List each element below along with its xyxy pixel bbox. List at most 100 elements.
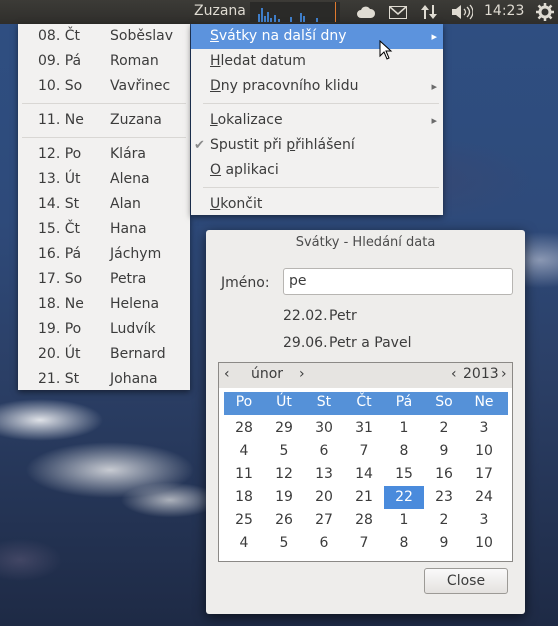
menu-item-start-on-login[interactable]: ✔ Spustit při přihlášení [191,133,443,158]
volume-icon[interactable] [450,2,474,22]
holiday-row: 10. So Vavřinec [38,78,171,94]
weekday-label: St [316,394,332,410]
calendar-day[interactable]: 27 [304,509,344,532]
holiday-row: 17. So Petra [38,271,147,287]
prev-month-icon[interactable]: ‹ [224,366,230,382]
calendar-day[interactable]: 4 [224,440,264,463]
weekday-label: Ne [474,394,494,410]
clock[interactable]: 14:23 [484,3,524,19]
calendar-day[interactable]: 3 [464,417,504,440]
calendar-day[interactable]: 9 [424,532,464,555]
calendar-day[interactable]: 14 [344,463,384,486]
calendar-day[interactable]: 16 [424,463,464,486]
calendar-day[interactable]: 12 [264,463,304,486]
calendar-day[interactable]: 28 [344,509,384,532]
calendar-day-selected[interactable]: 22 [384,486,424,509]
holiday-row: 18. Ne Helena [38,296,160,312]
top-panel: Zuzana 14:23 [0,0,558,24]
holiday-row: 08. Čt Soběslav [38,28,173,44]
calendar-day[interactable]: 10 [464,440,504,463]
menu-separator [203,103,439,104]
calendar-day[interactable]: 21 [344,486,384,509]
calendar-day[interactable]: 10 [464,532,504,555]
calendar-day[interactable]: 2 [424,509,464,532]
calendar-day[interactable]: 20 [304,486,344,509]
name-input[interactable]: pe [283,268,513,295]
calendar-day[interactable]: 3 [464,509,504,532]
calendar-day[interactable]: 9 [424,440,464,463]
menu-item-find-date[interactable]: Hledat datum [191,49,443,74]
calendar: ‹ únor › ‹ 2013 › Po Út St Čt Pá So Ne 2… [218,362,513,562]
calendar-day[interactable]: 26 [264,509,304,532]
month-label: únor [251,366,284,382]
holiday-row: 14. St Alan [38,196,141,212]
find-date-dialog: Svátky - Hledání data Jméno: pe 22.02. P… [206,230,525,614]
calendar-day[interactable]: 6 [304,532,344,555]
calendar-day[interactable]: 19 [264,486,304,509]
close-button[interactable]: Close [424,568,508,594]
calendar-day[interactable]: 24 [464,486,504,509]
holiday-row: 13. Út Alena [38,171,150,187]
list-separator [22,103,186,104]
weekday-label: Pá [395,394,413,410]
calendar-day[interactable]: 5 [264,440,304,463]
calendar-day[interactable]: 15 [384,463,424,486]
weekday-header: Po Út St Čt Pá So Ne [224,392,508,415]
list-separator [22,137,186,138]
holiday-row: 16. Pá Jáchym [38,246,162,262]
calendar-day[interactable]: 28 [224,417,264,440]
submenu-arrow-icon: ▸ [431,30,437,43]
network-updown-icon[interactable] [418,2,440,22]
calendar-day[interactable]: 31 [344,417,384,440]
calendar-day[interactable]: 8 [384,532,424,555]
prev-year-icon[interactable]: ‹ [451,366,457,382]
year-label: 2013 [463,366,499,382]
calendar-day[interactable]: 7 [344,532,384,555]
calendar-day[interactable]: 1 [384,417,424,440]
holiday-row: 12. Po Klára [38,146,146,162]
menu-item-localization[interactable]: Lokalizace ▸ [191,108,443,133]
app-menu: Svátky na další dny ▸ Hledat datum Dny p… [191,24,443,215]
calendar-day[interactable]: 23 [424,486,464,509]
calendar-header: ‹ únor › ‹ 2013 › [219,363,512,388]
calendar-day[interactable]: 4 [224,532,264,555]
menu-item-quit[interactable]: Ukončit [191,192,443,217]
dialog-title: Svátky - Hledání data [295,235,436,250]
calendar-day[interactable]: 2 [424,417,464,440]
gear-icon[interactable] [534,2,556,22]
mouse-cursor-icon [379,40,393,60]
calendar-day[interactable]: 25 [224,509,264,532]
calendar-day[interactable]: 8 [384,440,424,463]
name-label: Jméno: [221,275,270,291]
weekday-label: So [435,394,453,410]
calendar-day[interactable]: 1 [384,509,424,532]
next-month-icon[interactable]: › [299,366,305,382]
menu-item-about[interactable]: O aplikaci [191,158,443,183]
menu-separator [203,187,439,188]
check-icon: ✔ [194,138,205,153]
calendar-day[interactable]: 29 [264,417,304,440]
submenu-arrow-icon: ▸ [431,114,437,127]
calendar-day[interactable]: 6 [304,440,344,463]
cloud-icon[interactable] [355,2,377,22]
holiday-row: 15. Čt Hana [38,221,147,237]
holiday-row: 09. Pá Roman [38,53,159,69]
calendar-day[interactable]: 18 [224,486,264,509]
calendar-day[interactable]: 17 [464,463,504,486]
menu-item-holidays-next-days[interactable]: Svátky na další dny ▸ [191,24,443,49]
calendar-day[interactable]: 13 [304,463,344,486]
submenu-arrow-icon: ▸ [431,80,437,93]
weekday-label: Po [235,394,253,410]
calendar-day[interactable]: 11 [224,463,264,486]
holiday-row: 20. Út Bernard [38,346,166,362]
calendar-day[interactable]: 7 [344,440,384,463]
calendar-day[interactable]: 30 [304,417,344,440]
holidays-list: 08. Čt Soběslav 09. Pá Roman 10. So Vavřine… [18,24,190,390]
next-year-icon[interactable]: › [501,366,507,382]
menu-item-public-holidays[interactable]: Dny pracovního klidu ▸ [191,74,443,99]
calendar-day[interactable]: 5 [264,532,304,555]
weekday-label: Čt [356,394,372,410]
system-load-graph[interactable] [250,2,340,22]
username-indicator[interactable]: Zuzana [194,3,246,19]
mail-icon[interactable] [387,2,409,22]
